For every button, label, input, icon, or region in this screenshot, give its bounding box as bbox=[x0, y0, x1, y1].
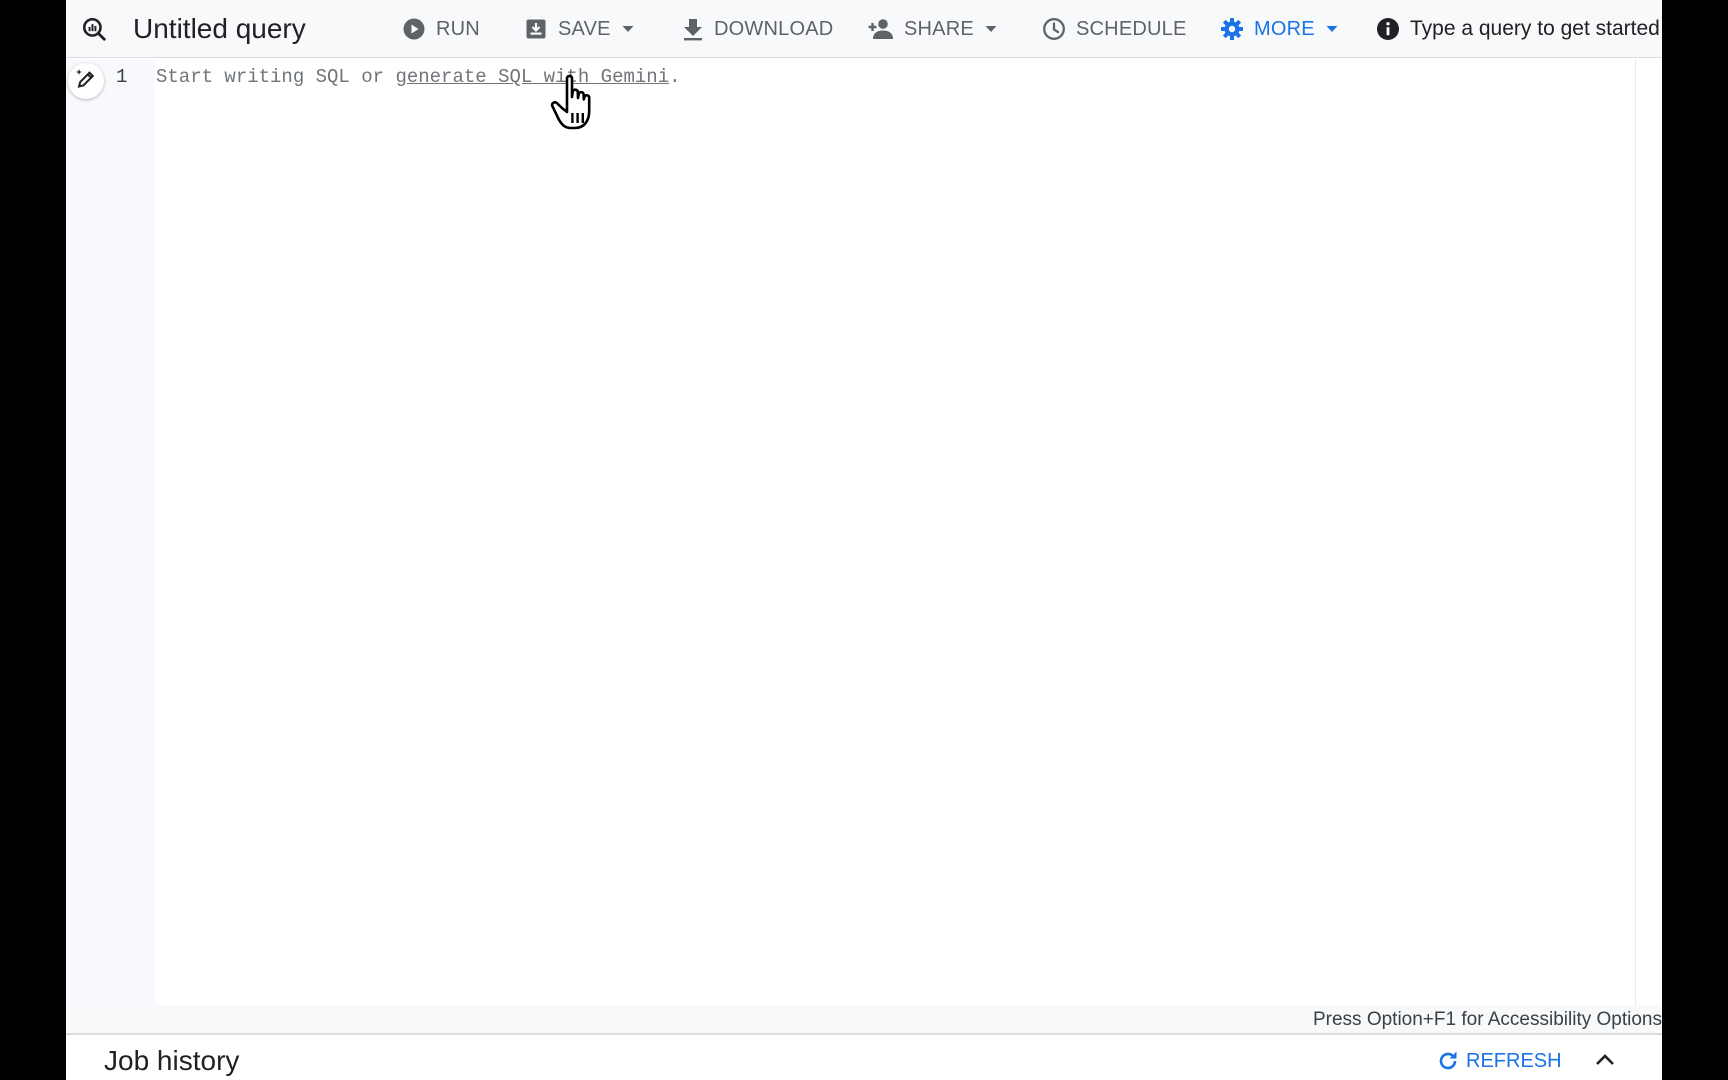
bigquery-editor-window: Untitled query RUN SAVE DOWNLOAD SHARE S… bbox=[66, 0, 1662, 1080]
code-area[interactable]: Start writing SQL or generate SQL with G… bbox=[156, 59, 1636, 1005]
chevron-up-icon[interactable] bbox=[1594, 1049, 1616, 1071]
query-status: Type a query to get started bbox=[1376, 0, 1660, 58]
schedule-label: SCHEDULE bbox=[1076, 17, 1187, 40]
info-icon bbox=[1376, 17, 1400, 41]
accessibility-hint: Press Option+F1 for Accessibility Option… bbox=[66, 1005, 1662, 1033]
run-label: RUN bbox=[436, 17, 480, 40]
sql-editor[interactable]: 1 Start writing SQL or generate SQL with… bbox=[66, 59, 1662, 1005]
bigquery-logo-icon bbox=[78, 0, 110, 58]
job-history-panel: Job history REFRESH bbox=[66, 1033, 1662, 1080]
job-history-title: Job history bbox=[104, 1045, 240, 1076]
share-label: SHARE bbox=[904, 17, 974, 40]
query-toolbar: Untitled query RUN SAVE DOWNLOAD SHARE S… bbox=[66, 0, 1662, 58]
more-button[interactable]: MORE bbox=[1220, 0, 1339, 58]
query-title[interactable]: Untitled query bbox=[133, 0, 306, 58]
person-add-icon bbox=[868, 18, 894, 40]
pen-sparkle-icon bbox=[74, 67, 98, 96]
share-button[interactable]: SHARE bbox=[868, 0, 998, 58]
refresh-label: REFRESH bbox=[1466, 1049, 1562, 1072]
run-button[interactable]: RUN bbox=[402, 0, 480, 58]
download-button[interactable]: DOWNLOAD bbox=[682, 0, 833, 58]
ai-assist-button[interactable] bbox=[68, 63, 104, 99]
share-dropdown-caret-icon[interactable] bbox=[984, 22, 998, 36]
editor-placeholder: Start writing SQL or generate SQL with G… bbox=[156, 66, 681, 88]
gear-icon bbox=[1220, 17, 1244, 41]
download-label: DOWNLOAD bbox=[714, 17, 834, 40]
more-dropdown-caret-icon[interactable] bbox=[1325, 22, 1339, 36]
generate-sql-gemini-link[interactable]: generate SQL with Gemini bbox=[395, 66, 669, 88]
placeholder-suffix: . bbox=[669, 66, 681, 88]
save-dropdown-caret-icon[interactable] bbox=[621, 22, 635, 36]
save-download-icon bbox=[524, 17, 548, 41]
status-text: Type a query to get started bbox=[1410, 17, 1660, 40]
save-button[interactable]: SAVE bbox=[524, 0, 635, 58]
refresh-icon bbox=[1436, 1049, 1460, 1073]
editor-gutter: 1 bbox=[66, 59, 155, 1005]
play-circle-icon bbox=[402, 17, 426, 41]
refresh-button[interactable]: REFRESH bbox=[1436, 1049, 1562, 1073]
schedule-button[interactable]: SCHEDULE bbox=[1042, 0, 1187, 58]
hand-pointer-cursor-icon bbox=[548, 73, 600, 138]
save-label: SAVE bbox=[558, 17, 611, 40]
download-icon bbox=[682, 17, 704, 41]
clock-icon bbox=[1042, 17, 1066, 41]
more-label: MORE bbox=[1254, 17, 1315, 40]
line-number: 1 bbox=[116, 66, 128, 88]
placeholder-prefix: Start writing SQL or bbox=[156, 66, 396, 88]
